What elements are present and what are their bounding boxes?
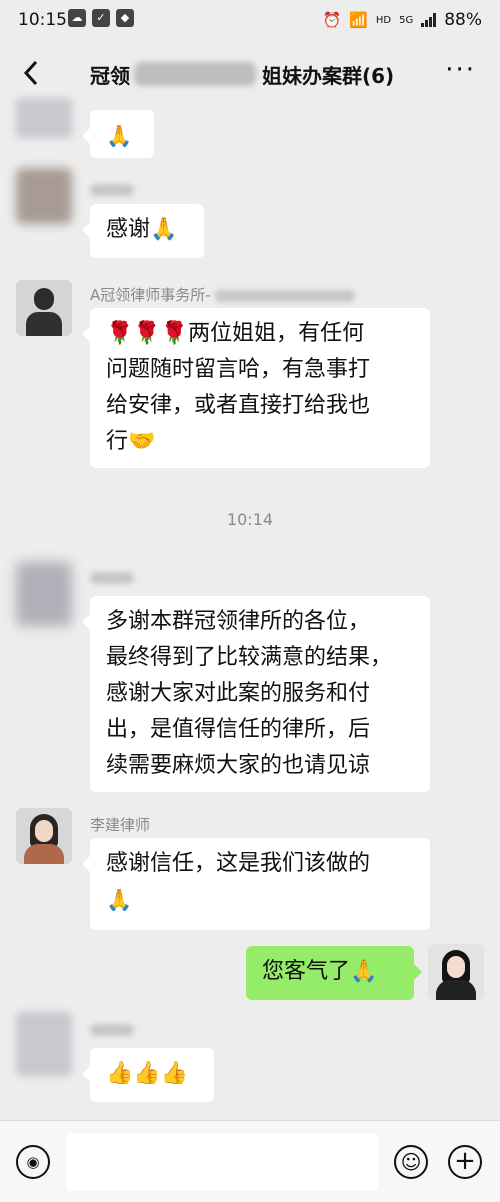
message-text: 您客气了🙏 xyxy=(262,959,378,984)
wifi-icon: 📶 xyxy=(349,11,368,29)
input-bar: ◉ ☺ + xyxy=(0,1120,500,1202)
emoji-button[interactable]: ☺ xyxy=(394,1145,428,1179)
message-text-line: 🙏 xyxy=(106,888,133,912)
title-suffix: 姐妹办案群(6) xyxy=(262,64,395,88)
sender-name-redaction xyxy=(90,572,134,584)
message-text-line: 多谢本群冠领律所的各位， xyxy=(106,609,371,634)
avatar[interactable] xyxy=(16,280,72,336)
5g-label: 5G xyxy=(399,14,414,26)
status-time: 10:15 xyxy=(18,10,67,30)
message-bubble[interactable]: 🌹🌹🌹两位姐姐，有任何 问题随时留言哈，有急事打 给安律，或者直接打给我也 行🤝 xyxy=(82,308,430,468)
message-list: 🙏 感谢🙏 A冠领律师事务所- 🌹🌹🌹两位姐姐，有任何 问题随时留言哈，有急事打… xyxy=(0,98,500,1120)
message-text: 👍👍👍 xyxy=(106,1061,189,1086)
status-right: ⏰ 📶 HD 5G 88% xyxy=(322,10,482,30)
message-text: 感谢🙏 xyxy=(106,217,178,242)
message-text-line: 给安律，或者直接打给我也 xyxy=(106,393,371,418)
avatar[interactable] xyxy=(16,1012,72,1076)
chevron-left-icon xyxy=(23,60,38,86)
notification-icons: ☁ ✓ ◆ xyxy=(68,9,134,27)
my-message-bubble[interactable]: 您客气了🙏 xyxy=(246,946,422,1000)
status-bar: 10:15 ☁ ✓ ◆ ⏰ 📶 HD 5G 88% xyxy=(0,0,500,40)
message-text: 🙏 xyxy=(106,124,133,148)
message-text-line: 最终得到了比较满意的结果， xyxy=(106,645,393,670)
back-button[interactable] xyxy=(18,58,46,88)
message-text-line: 续需要麻烦大家的也请见谅 xyxy=(106,753,371,778)
message-input[interactable] xyxy=(66,1133,378,1191)
check-icon: ✓ xyxy=(92,9,110,27)
title-redaction xyxy=(134,62,256,86)
plus-button[interactable]: + xyxy=(448,1145,482,1179)
message-bubble[interactable]: 多谢本群冠领律所的各位， 最终得到了比较满意的结果， 感谢大家对此案的服务和付 … xyxy=(82,596,430,792)
message-text-line: 感谢大家对此案的服务和付 xyxy=(106,681,371,706)
hd-label: HD xyxy=(375,14,392,26)
sender-name-redaction xyxy=(90,184,134,196)
message-text-line: 行🤝 xyxy=(106,429,156,454)
message-text-line: 感谢信任，这是我们该做的 xyxy=(106,851,371,876)
message-text-line: 出，是值得信任的律所，后 xyxy=(106,717,371,742)
title-prefix: 冠领 xyxy=(90,64,130,88)
voice-button[interactable]: ◉ xyxy=(16,1145,50,1179)
message-bubble[interactable]: 感谢🙏 xyxy=(82,204,204,258)
sender-name-redaction xyxy=(90,1024,134,1036)
avatar[interactable] xyxy=(16,98,72,138)
my-avatar[interactable] xyxy=(428,944,484,1000)
chat-title: 冠领 姐妹办案群(6) xyxy=(90,58,420,90)
message-text-line: 问题随时留言哈，有急事打 xyxy=(106,357,371,382)
message-bubble[interactable]: 🙏 xyxy=(82,110,154,158)
battery-level: 88% xyxy=(444,10,482,30)
sender-name: 李建律师 xyxy=(90,816,151,834)
message-text-line: 🌹🌹🌹两位姐姐，有任何 xyxy=(106,321,365,346)
app-icon: ◆ xyxy=(116,9,134,27)
avatar[interactable] xyxy=(16,562,72,626)
signal-icon xyxy=(421,13,437,27)
sender-name-redaction xyxy=(214,289,355,302)
avatar[interactable] xyxy=(16,808,72,864)
sender-name: A冠领律师事务所- xyxy=(90,284,355,305)
message-bubble[interactable]: 感谢信任，这是我们该做的 🙏 xyxy=(82,838,430,930)
more-button[interactable]: ··· xyxy=(445,57,476,83)
avatar[interactable] xyxy=(16,168,72,224)
chat-header: 冠领 姐妹办案群(6) ··· xyxy=(0,40,500,106)
time-divider: 10:14 xyxy=(226,510,274,529)
cloud-icon: ☁ xyxy=(68,9,86,27)
alarm-icon: ⏰ xyxy=(322,11,342,29)
message-bubble[interactable]: 👍👍👍 xyxy=(82,1048,214,1102)
